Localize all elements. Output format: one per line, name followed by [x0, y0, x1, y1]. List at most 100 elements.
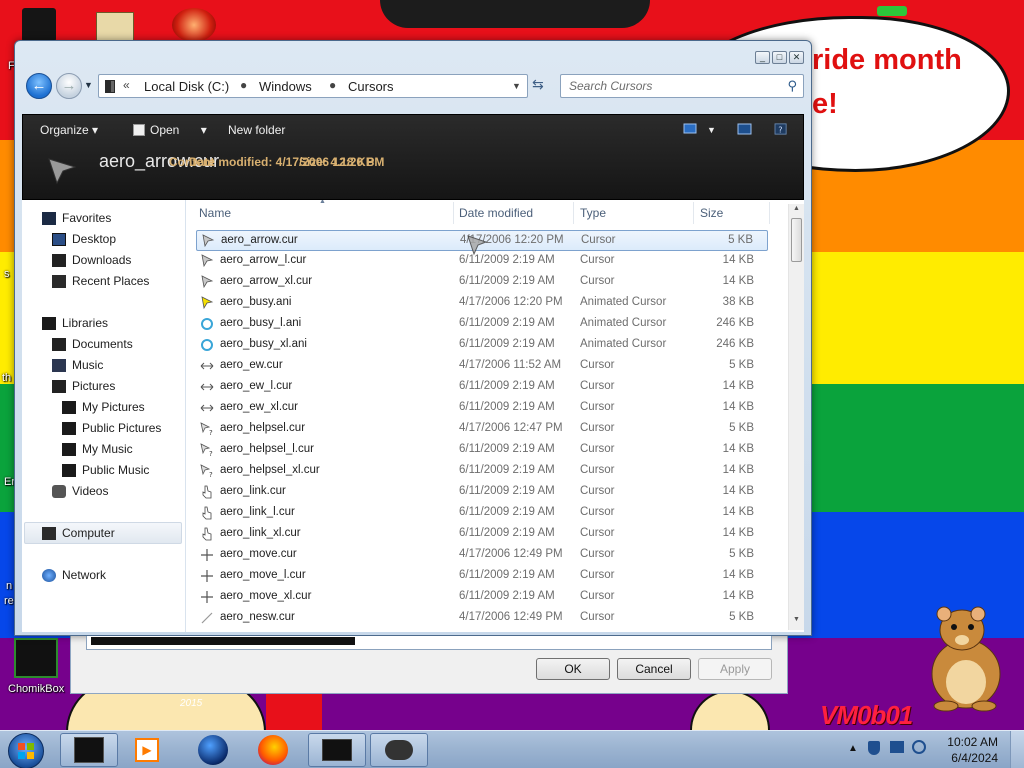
forward-arrow-icon[interactable]: →	[56, 73, 82, 99]
file-date-modified: 6/11/2009 2:19 AM	[459, 464, 555, 476]
table-row[interactable]: ? aero_helpsel_l.cur 6/11/2009 2:19 AM Curs…	[196, 440, 768, 461]
taskbar-monitor-app[interactable]	[308, 733, 366, 767]
clock-time[interactable]: 10:02 AM	[947, 735, 998, 749]
address-overflow[interactable]: «	[123, 78, 130, 92]
show-desktop-button[interactable]	[1010, 731, 1024, 768]
chomikbox-icon[interactable]	[14, 638, 58, 678]
cancel-button[interactable]: Cancel	[617, 658, 691, 680]
folder-location-icon	[105, 80, 115, 93]
file-name-field[interactable]	[86, 636, 772, 650]
table-row[interactable]: aero_ew_l.cur 6/11/2009 2:19 AM Cursor 14 K…	[196, 377, 768, 398]
file-name: aero_busy.ani	[220, 296, 292, 308]
my-music-icon	[62, 442, 76, 456]
file-size: 5 KB	[729, 611, 754, 623]
nav-item-public-pictures[interactable]: Public Pictures	[62, 419, 161, 437]
scroll-down-icon[interactable]: ▼	[793, 616, 800, 623]
back-arrow-icon[interactable]: ←	[26, 73, 52, 99]
table-row[interactable]: aero_move_l.cur 6/11/2009 2:19 AM Cursor 14…	[196, 566, 768, 587]
recent-pages-chevron-icon[interactable]: ▼	[84, 80, 93, 90]
table-row[interactable]: ? aero_helpsel.cur 4/17/2006 12:47 PM Curso…	[196, 419, 768, 440]
preview-pane-icon[interactable]	[737, 123, 753, 135]
file-list-scrollbar[interactable]: ▲ ▼	[788, 204, 804, 630]
nav-item-downloads[interactable]: Downloads	[52, 251, 131, 269]
taskbar-firefox[interactable]	[244, 733, 302, 767]
breadcrumb-local-disk[interactable]: Local Disk (C:)	[144, 79, 229, 94]
file-date-modified: 6/11/2009 2:19 AM	[459, 380, 555, 392]
table-row[interactable]: aero_ew.cur 4/17/2006 11:52 AM Cursor 5 KB	[196, 356, 768, 377]
refresh-icon[interactable]: ⇆	[532, 76, 544, 93]
taskbar-mouse-app[interactable]	[370, 733, 428, 767]
nav-item-libraries[interactable]: Libraries	[42, 314, 108, 332]
taskbar-folder-app[interactable]	[60, 733, 118, 767]
nav-item-music[interactable]: Music	[52, 356, 103, 374]
table-row[interactable]: aero_link_xl.cur 6/11/2009 2:19 AM Cursor 1…	[196, 524, 768, 545]
nav-item-desktop[interactable]: Desktop	[52, 230, 116, 248]
table-row[interactable]: aero_busy.ani 4/17/2006 12:20 PM Animated …	[196, 293, 768, 314]
tray-expand-icon[interactable]: ▲	[848, 743, 858, 754]
tray-shield-icon[interactable]	[868, 741, 880, 755]
new-folder-button[interactable]: New folder	[228, 123, 285, 137]
nav-item-favorites[interactable]: Favorites	[42, 209, 111, 227]
nav-item-documents[interactable]: Documents	[52, 335, 133, 353]
search-icon[interactable]: ⚲	[787, 78, 797, 94]
scroll-up-icon[interactable]: ▲	[793, 205, 800, 212]
table-row[interactable]: aero_move_xl.cur 6/11/2009 2:19 AM Cursor 1…	[196, 587, 768, 608]
start-button[interactable]	[8, 733, 44, 768]
table-row[interactable]: aero_nesw.cur 4/17/2006 12:49 PM Cursor 5 K…	[196, 608, 768, 629]
change-view-icon[interactable]	[683, 123, 699, 135]
table-row[interactable]: aero_ew_xl.cur 6/11/2009 2:19 AM Cursor 14 …	[196, 398, 768, 419]
recycle-bin-icon[interactable]	[22, 8, 56, 42]
organize-menu[interactable]: Organize ▾	[40, 123, 98, 137]
breadcrumb-separator: ●	[240, 78, 248, 92]
nav-item-network[interactable]: Network	[42, 566, 106, 584]
nav-item-videos[interactable]: Videos	[52, 482, 108, 500]
close-button[interactable]: ✕	[789, 51, 804, 64]
tray-network-icon[interactable]	[890, 741, 904, 753]
table-row[interactable]: aero_busy_xl.ani 6/11/2009 2:19 AM Animate…	[196, 335, 768, 356]
file-name: aero_helpsel.cur	[220, 422, 306, 434]
column-divider[interactable]	[453, 202, 454, 224]
nav-item-pictures[interactable]: Pictures	[52, 377, 115, 395]
table-row[interactable]: aero_arrow_xl.cur 6/11/2009 2:19 AM Cursor…	[196, 272, 768, 293]
breadcrumb-windows[interactable]: Windows	[259, 79, 312, 94]
view-options-chevron-icon[interactable]: ▼	[707, 125, 716, 135]
apply-button[interactable]: Apply	[698, 658, 772, 680]
column-divider[interactable]	[573, 202, 574, 224]
scrollbar-thumb[interactable]	[791, 218, 802, 262]
nav-item-my-music[interactable]: My Music	[62, 440, 133, 458]
table-row[interactable]: aero_busy_l.ani 6/11/2009 2:19 AM Animated…	[196, 314, 768, 335]
table-row[interactable]: aero_link.cur 6/11/2009 2:19 AM Cursor 14 K…	[196, 482, 768, 503]
column-header-type[interactable]: Type	[580, 206, 606, 220]
taskbar-media-player[interactable]: ▶	[118, 733, 176, 767]
address-dropdown-icon[interactable]: ▼	[512, 81, 521, 91]
address-bar[interactable]: « Local Disk (C:) ● Windows ● Cursors ▼	[98, 74, 528, 98]
tray-volume-icon[interactable]	[912, 740, 926, 754]
maximize-button[interactable]: □	[772, 51, 787, 64]
table-row[interactable]: ? aero_helpsel_xl.cur 6/11/2009 2:19 AM Cur…	[196, 461, 768, 482]
hand-cursor-icon	[200, 485, 214, 499]
nav-item-my-pictures[interactable]: My Pictures	[62, 398, 145, 416]
folder-icon[interactable]	[96, 12, 134, 42]
resize-ew-icon	[200, 380, 214, 394]
open-menu[interactable]: Open ▾	[133, 123, 207, 137]
minimize-button[interactable]: _	[755, 51, 770, 64]
table-row[interactable]: aero_link_l.cur 6/11/2009 2:19 AM Cursor 14…	[196, 503, 768, 524]
column-header-date-modified[interactable]: Date modified	[459, 206, 533, 220]
column-divider[interactable]	[769, 202, 770, 224]
file-type: Cursor	[580, 380, 615, 392]
nav-item-recent-places[interactable]: Recent Places	[52, 272, 149, 290]
ok-button[interactable]: OK	[536, 658, 610, 680]
column-header-name[interactable]: Name	[199, 206, 231, 220]
search-field[interactable]: Search Cursors ⚲	[560, 74, 804, 98]
clock-date[interactable]: 6/4/2024	[951, 751, 998, 765]
nav-item-public-music[interactable]: Public Music	[62, 461, 149, 479]
nav-item-computer[interactable]: Computer	[42, 524, 115, 542]
column-divider[interactable]	[693, 202, 694, 224]
taskbar-globe-app[interactable]	[184, 733, 242, 767]
table-row[interactable]: aero_move.cur 4/17/2006 12:49 PM Cursor 5 K…	[196, 545, 768, 566]
app-icon[interactable]	[172, 8, 216, 42]
help-icon[interactable]: ?	[773, 123, 789, 135]
column-header-size[interactable]: Size	[700, 206, 723, 220]
taskbar: ▶ ▲ 10:02 AM 6/4/2024	[0, 730, 1024, 768]
breadcrumb-cursors[interactable]: Cursors	[348, 79, 394, 94]
